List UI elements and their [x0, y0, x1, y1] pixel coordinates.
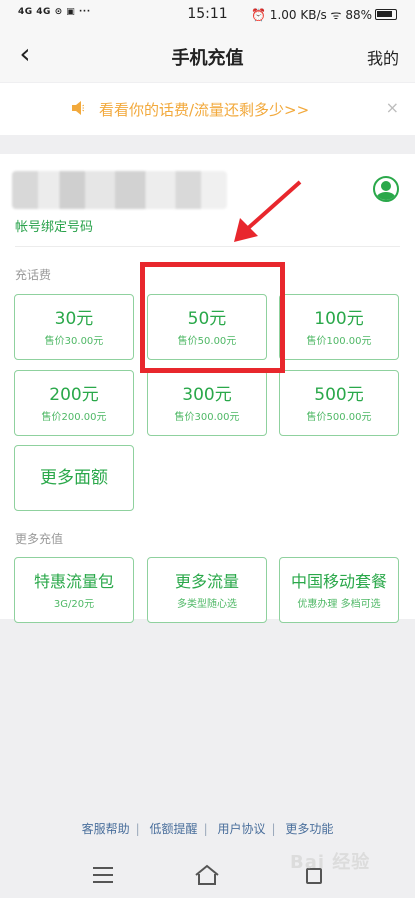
- footer-link-support[interactable]: 客服帮助: [82, 822, 130, 836]
- tile-price: 售价500.00元: [306, 412, 372, 423]
- phone-number-blurred[interactable]: [12, 171, 227, 209]
- more-amounts-button[interactable]: 更多面额: [14, 445, 134, 511]
- nav-bar: ‹ 手机充值 我的: [0, 28, 415, 82]
- status-bar: 4G 4G ⊙ ▣ ··· 15:11 ⏰ 1.00 KB/s ᯤ 88%: [0, 0, 415, 28]
- balance-banner[interactable]: 看看你的话费/流量还剩多少>> ×: [0, 83, 415, 135]
- tile-amount: 30元: [54, 309, 94, 329]
- tile-amount: 300元: [182, 385, 232, 405]
- contacts-icon[interactable]: [373, 176, 399, 202]
- more-amounts-label: 更多面额: [40, 468, 108, 488]
- tile-sub: 优惠办理 多档可选: [297, 599, 381, 610]
- tile-sub: 3G/20元: [53, 599, 95, 610]
- amount-tile-100[interactable]: 100元 售价100.00元: [279, 294, 399, 360]
- footer-links: 客服帮助 | 低额提醒 | 用户协议 | 更多功能: [81, 822, 334, 836]
- status-right: ⏰ 1.00 KB/s ᯤ 88%: [251, 6, 397, 23]
- home-icon[interactable]: [194, 863, 220, 887]
- data-tile-discount-pack[interactable]: 特惠流量包 3G/20元: [14, 557, 134, 623]
- amount-tile-30[interactable]: 30元 售价30.00元: [14, 294, 134, 360]
- close-icon[interactable]: ×: [386, 98, 399, 117]
- data-tile-mobile-plan[interactable]: 中国移动套餐 优惠办理 多档可选: [279, 557, 399, 623]
- data-tile-more-data[interactable]: 更多流量 多类型随心选: [147, 557, 267, 623]
- section-label-recharge: 充话费: [15, 268, 52, 282]
- back-button[interactable]: ‹: [8, 38, 42, 72]
- footer-link-more[interactable]: 更多功能: [285, 822, 333, 836]
- amount-tile-300[interactable]: 300元 售价300.00元: [147, 370, 267, 436]
- tile-amount: 500元: [314, 385, 364, 405]
- tile-title: 中国移动套餐: [290, 572, 387, 591]
- mine-button[interactable]: 我的: [367, 45, 399, 69]
- amount-tile-500[interactable]: 500元 售价500.00元: [279, 370, 399, 436]
- bind-number-label: 帐号绑定号码: [15, 220, 94, 235]
- footer-link-agreement[interactable]: 用户协议: [217, 822, 265, 836]
- highlight-box: [140, 262, 285, 373]
- tile-title: 特惠流量包: [33, 572, 114, 591]
- tile-amount: 100元: [314, 309, 364, 329]
- menu-icon[interactable]: [93, 867, 113, 883]
- annotation-arrow-icon: [234, 180, 302, 242]
- tile-sub: 多类型随心选: [177, 599, 237, 610]
- divider: [15, 246, 400, 247]
- status-right-text: ⏰ 1.00 KB/s ᯤ 88%: [251, 8, 372, 22]
- tile-price: 售价300.00元: [174, 412, 240, 423]
- tile-price: 售价200.00元: [41, 412, 107, 423]
- tile-title: 更多流量: [174, 572, 239, 591]
- battery-icon: [375, 9, 397, 20]
- tile-amount: 200元: [49, 385, 99, 405]
- tile-price: 售价100.00元: [306, 336, 372, 347]
- speaker-icon: [72, 101, 84, 115]
- footer-link-low-balance[interactable]: 低额提醒: [150, 822, 198, 836]
- page-title: 手机充值: [171, 48, 244, 69]
- banner-text[interactable]: 看看你的话费/流量还剩多少>>: [99, 99, 309, 120]
- watermark: Bai 经验: [290, 852, 371, 873]
- section-label-more: 更多充值: [15, 532, 64, 546]
- tile-price: 售价30.00元: [44, 336, 104, 347]
- amount-tile-200[interactable]: 200元 售价200.00元: [14, 370, 134, 436]
